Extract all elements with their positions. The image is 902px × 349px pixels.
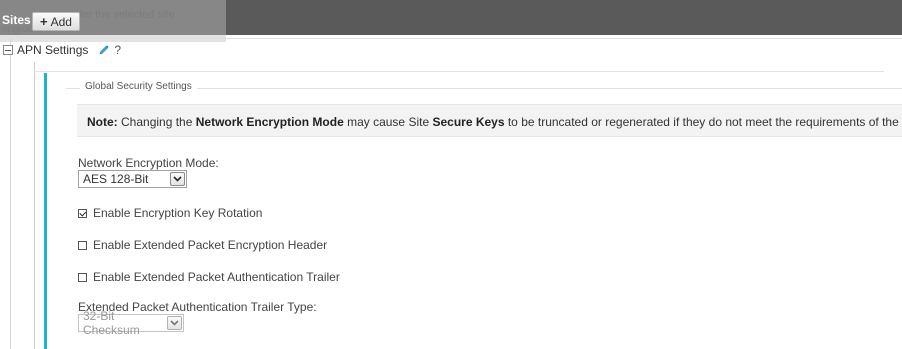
key-rotation-label: Enable Encryption Key Rotation [93,206,263,220]
section-accent-bar [44,73,47,349]
chevron-down-icon [167,316,182,330]
global-security-legend: Global Security Settings [80,81,197,92]
trailer-type-value: 32-Bit Checksum [83,309,140,337]
add-button-label: Add [50,14,72,29]
edit-pencil-icon[interactable] [98,44,110,56]
ext-trailer-option[interactable]: Enable Extended Packet Authentication Tr… [78,270,340,284]
apn-settings-node: APN Settings ? [3,43,121,57]
ghost-tooltip-text: under the selected site [64,9,175,21]
encryption-mode-value: AES 128-Bit [83,172,149,186]
encryption-note: Note: Changing the Network Encryption Mo… [77,104,902,137]
plus-icon: + [40,14,48,29]
encryption-mode-select[interactable]: AES 128-Bit [78,170,187,188]
collapse-toggle-icon[interactable] [3,45,13,55]
chevron-down-icon [170,172,185,186]
ext-header-checkbox[interactable] [78,240,87,250]
ext-header-label: Enable Extended Packet Encryption Header [93,238,328,252]
encryption-mode-label: Network Encryption Mode: [78,156,219,170]
key-rotation-checkbox[interactable] [78,208,87,218]
trailer-type-select: 32-Bit Checksum [78,309,184,337]
tree-connector-horizontal [34,71,884,72]
sites-label: Sites [2,13,31,27]
apn-settings-title: APN Settings [17,43,89,57]
ext-trailer-checkbox[interactable] [78,272,87,282]
help-icon[interactable]: ? [114,43,121,57]
note-label: Note: [87,115,118,129]
ext-trailer-label: Enable Extended Packet Authentication Tr… [93,270,340,284]
tree-connector-vertical [34,62,35,349]
ext-header-option[interactable]: Enable Extended Packet Encryption Header [78,238,327,252]
key-rotation-option[interactable]: Enable Encryption Key Rotation [78,206,262,220]
add-button[interactable]: + Add [32,12,80,31]
